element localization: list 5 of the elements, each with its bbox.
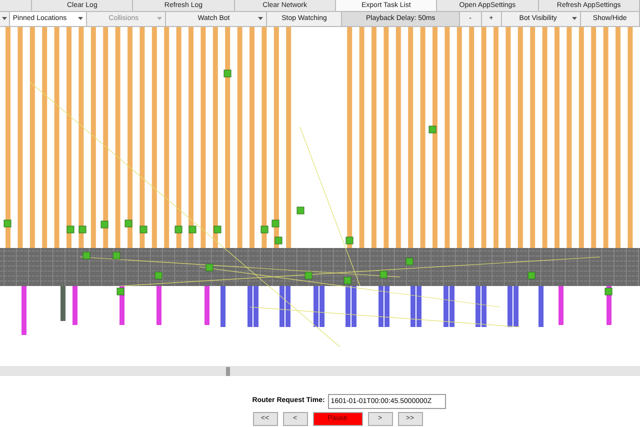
caret-icon: [258, 17, 264, 21]
caret-icon: [157, 17, 162, 21]
scrollbar-thumb[interactable]: [226, 366, 230, 376]
caret-icon: [78, 17, 84, 21]
caret-icon: [572, 17, 577, 21]
